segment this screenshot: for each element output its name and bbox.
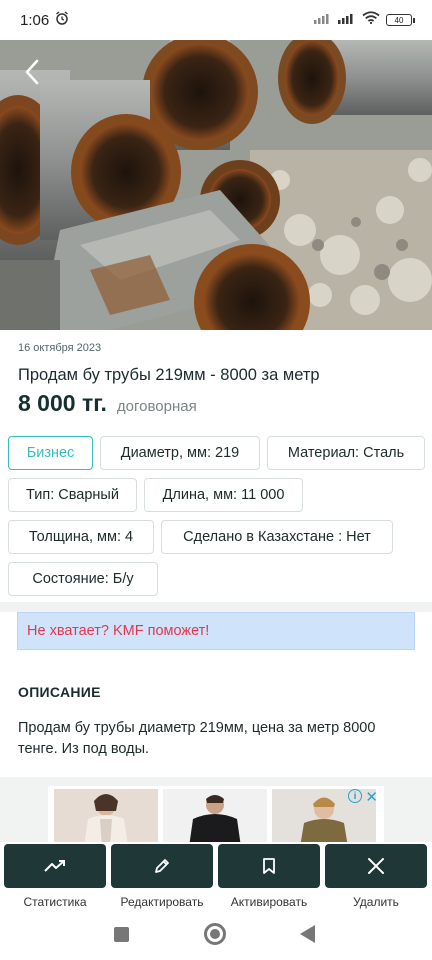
action-bar: Статистика Редактировать Активировать Уд… [0, 842, 432, 912]
recents-button[interactable] [114, 927, 129, 942]
close-icon [368, 858, 384, 874]
wifi-icon [362, 11, 380, 29]
ad-card[interactable]: i ✕ [48, 786, 384, 847]
listing-photo[interactable] [0, 40, 432, 330]
activate-action[interactable]: Активировать [217, 844, 321, 910]
edit-label: Редактировать [120, 895, 204, 909]
stats-label: Статистика [23, 895, 87, 909]
ad-image-1 [54, 789, 158, 847]
ad-banner[interactable]: i ✕ [0, 777, 432, 847]
chip-diameter[interactable]: Диаметр, мм: 219 [100, 436, 260, 470]
chip-made-in-kz[interactable]: Сделано в Казахстане : Нет [161, 520, 393, 554]
listing-price: 8 000 тг. [18, 390, 107, 416]
activate-label: Активировать [230, 895, 308, 909]
edit-button[interactable] [111, 844, 213, 888]
description-text: Продам бу трубы диаметр 219мм, цена за м… [18, 720, 376, 757]
activate-button[interactable] [218, 844, 320, 888]
promo-banner[interactable]: Не хватает? KMF поможет! [17, 612, 415, 650]
chip-length[interactable]: Длина, мм: 11 000 [144, 478, 303, 512]
info-icon[interactable]: i [348, 789, 362, 803]
section-divider [0, 602, 432, 612]
signal-icon-2 [338, 11, 356, 29]
listing-title: Продам бу трубы 219мм - 8000 за метр [18, 366, 320, 384]
price-row: 8 000 тг. договорная [18, 390, 197, 417]
pencil-icon [155, 859, 169, 873]
chip-business[interactable]: Бизнес [8, 436, 93, 470]
trend-icon [44, 860, 65, 872]
status-time: 1:06 [20, 11, 50, 29]
chip-material[interactable]: Материал: Сталь [267, 436, 425, 470]
delete-label: Удалить [353, 895, 399, 909]
chip-thickness[interactable]: Толщина, мм: 4 [8, 520, 154, 554]
description-heading: ОПИСАНИЕ [18, 684, 101, 700]
listing-date: 16 октября 2023 [18, 342, 102, 354]
status-bar: 1:06 40 [0, 0, 432, 40]
chip-condition[interactable]: Состояние: Б/у [8, 562, 158, 596]
alarm-icon [55, 10, 69, 30]
ad-image-2 [163, 789, 267, 847]
pipes-image [0, 40, 432, 330]
system-nav-bar [0, 912, 432, 960]
edit-action[interactable]: Редактировать [110, 844, 214, 910]
back-button[interactable] [14, 54, 50, 90]
delete-button[interactable] [325, 844, 427, 888]
stats-button[interactable] [4, 844, 106, 888]
home-button[interactable] [204, 923, 226, 945]
delete-action[interactable]: Удалить [324, 844, 428, 910]
close-icon[interactable]: ✕ [365, 788, 378, 806]
battery-icon: 40 [386, 14, 415, 26]
price-note: договорная [116, 398, 197, 415]
chevron-left-icon [25, 59, 39, 85]
back-nav-button[interactable] [300, 925, 315, 943]
chip-type[interactable]: Тип: Сварный [8, 478, 137, 512]
signal-icon [314, 11, 332, 29]
bookmark-icon [263, 858, 275, 874]
stats-action[interactable]: Статистика [3, 844, 107, 910]
